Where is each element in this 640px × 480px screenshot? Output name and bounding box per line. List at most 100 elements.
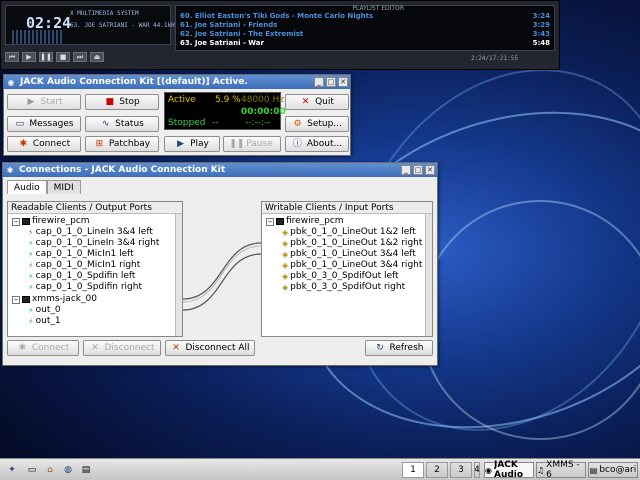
jack-app-icon: ◉ [7, 77, 15, 87]
writable-header: Writable Clients / Input Ports [262, 202, 432, 214]
port-row[interactable]: ◈ pbk_0_1_0_LineOut 1&2 left [282, 227, 416, 238]
port-row[interactable]: ⚡ cap_0_1_0_Spdifin left [28, 271, 135, 282]
task-terminal[interactable]: ▤ bco@ari [588, 462, 638, 478]
task-xmms[interactable]: ♫ XMMS - 6 [536, 460, 586, 480]
jack-titlebar[interactable]: ◉ JACK Audio Connection Kit [(default)] … [4, 75, 350, 89]
playlist-item[interactable]: 61. Joe Satriani - Friends 3:29 [180, 21, 550, 30]
tab-audio[interactable]: Audio [7, 180, 47, 194]
port-row[interactable]: ⚡ cap_0_1_0_LineIn 3&4 right [28, 238, 159, 249]
disconnect-button[interactable]: ✕ Disconnect [83, 340, 161, 356]
patchbay-button[interactable]: ⊞ Patchbay [85, 136, 159, 152]
pause-button[interactable]: ❚❚ Pause [223, 136, 281, 152]
status-button[interactable]: ∿ Status [85, 116, 159, 132]
client-row[interactable]: − firewire_pcm [266, 216, 344, 227]
scrollbar[interactable] [175, 214, 182, 336]
pause-icon[interactable]: ❚❚ [39, 52, 53, 62]
port-row[interactable]: ◈ pbk_0_3_0_SpdifOut right [282, 282, 405, 293]
output-port-icon: ⚡ [28, 272, 34, 281]
status-load: 5.9 % [215, 95, 241, 105]
playlist-item[interactable]: 62. Joe Satriani - The Extremist 3:43 [180, 30, 550, 39]
maximize-icon[interactable]: □ [413, 165, 423, 175]
port-row[interactable]: ⚡ cap_0_1_0_Spdifin right [28, 282, 142, 293]
status-display: Active 5.9 % 48000 Hz 00:00:00 Stopped -… [164, 92, 286, 130]
port-row[interactable]: ◈ pbk_0_1_0_LineOut 3&4 right [282, 260, 422, 271]
input-port-icon: ◈ [282, 250, 289, 259]
desktop-icon[interactable]: ▭ [24, 462, 40, 478]
disconnect-all-icon: ✕ [172, 342, 180, 353]
desktop-4[interactable]: 4 [474, 462, 480, 478]
connect-button[interactable]: ✱ Connect [7, 136, 81, 152]
start-button[interactable]: ▶ Start [7, 94, 81, 110]
next-icon[interactable]: ⏭ [73, 52, 87, 62]
client-row[interactable]: − firewire_pcm [12, 216, 90, 227]
terminal-task-icon: ▤ [589, 465, 598, 475]
task-jack[interactable]: ◉ JACK Audio [484, 460, 534, 480]
client-icon [22, 218, 30, 225]
play-icon: ▶ [177, 138, 185, 149]
desktop-3[interactable]: 3 [450, 462, 472, 478]
port-row[interactable]: ⚡ cap_0_1_0_LineIn 3&4 left [28, 227, 153, 238]
play-icon: ▶ [27, 96, 35, 107]
status-transport: Stopped [168, 118, 206, 128]
minimize-icon[interactable]: _ [401, 165, 411, 175]
disconnect-icon: ✕ [91, 342, 99, 353]
eject-icon[interactable]: ⏏ [90, 52, 104, 62]
port-row[interactable]: ⚡ cap_0_1_0_MicIn1 left [28, 249, 134, 260]
playlist-item-selected[interactable]: 63. Joe Satriani - War 5:48 [180, 39, 550, 48]
connection-lines [183, 213, 261, 337]
stop-icon[interactable]: ■ [56, 52, 70, 62]
close-icon[interactable]: ✕ [425, 165, 435, 175]
jack-task-icon: ◉ [485, 465, 492, 475]
maximize-icon[interactable]: □ [326, 77, 336, 87]
port-row[interactable]: ⚡ cap_0_1_0_MicIn1 right [28, 260, 140, 271]
xmms-controls: ⏮ ▶ ❚❚ ■ ⏭ ⏏ [5, 49, 171, 65]
close-icon[interactable]: ✕ [338, 77, 348, 87]
output-port-icon: ⚡ [28, 317, 34, 326]
kde-menu-icon[interactable]: ✦ [4, 462, 20, 478]
input-port-icon: ◈ [282, 239, 289, 248]
about-button[interactable]: ⓘ About... [285, 136, 349, 152]
output-port-icon: ⚡ [28, 239, 34, 248]
wallpaper-swirl [420, 200, 640, 440]
status-dash: -- [212, 118, 219, 128]
tab-midi[interactable]: MIDI [46, 180, 81, 194]
messages-button[interactable]: ▭ Messages [7, 116, 81, 132]
previous-icon[interactable]: ⏮ [5, 52, 19, 62]
info-icon: ⓘ [292, 138, 302, 149]
xmms-time: 02:24 [26, 14, 72, 32]
home-icon[interactable]: ⌂ [42, 462, 58, 478]
port-row[interactable]: ◈ pbk_0_1_0_LineOut 1&2 right [282, 238, 422, 249]
quit-icon: ✕ [301, 96, 310, 107]
xmms-task-icon: ♫ [537, 465, 545, 475]
taskbar: ✦ ▭ ⌂ ◍ ▤ 1 2 3 4 ◉ JACK Audio ♫ XMMS - 6 … [0, 458, 640, 480]
terminal-icon[interactable]: ▤ [78, 462, 94, 478]
port-row[interactable]: ◈ pbk_0_1_0_LineOut 3&4 left [282, 249, 416, 260]
disconnect-all-button[interactable]: ✕ Disconnect All [165, 340, 255, 356]
connections-titlebar[interactable]: ✱ Connections - JACK Audio Connection Ki… [3, 163, 437, 177]
setup-button[interactable]: ⚙ Setup... [285, 116, 349, 132]
browser-icon[interactable]: ◍ [60, 462, 76, 478]
port-row[interactable]: ⚡ out_1 [28, 316, 61, 327]
output-port-icon: ⚡ [28, 250, 34, 259]
desktop-1[interactable]: 1 [402, 462, 424, 478]
play-button[interactable]: ▶ Play [164, 136, 220, 152]
playlist-header: PLAYLIST EDITOR [352, 5, 404, 12]
port-row[interactable]: ⚡ out_0 [28, 305, 61, 316]
xmms-player: 02:24 X MULTIMEDIA SYSTEM 63. JOE SATRIA… [0, 0, 560, 70]
desktop-2[interactable]: 2 [426, 462, 448, 478]
stop-button[interactable]: ■ Stop [85, 94, 159, 110]
client-row[interactable]: − xmms-jack_00 [12, 294, 97, 305]
scrollbar[interactable] [425, 214, 432, 336]
output-port-icon: ⚡ [28, 228, 34, 237]
quit-button[interactable]: ✕ Quit [285, 94, 349, 110]
input-port-icon: ◈ [282, 272, 289, 281]
jack-window: ◉ JACK Audio Connection Kit [(default)] … [3, 74, 351, 156]
connect-ports-button[interactable]: ✱ Connect [7, 340, 79, 356]
messages-icon: ▭ [15, 118, 25, 129]
play-icon[interactable]: ▶ [22, 52, 36, 62]
playlist-item[interactable]: 60. Elliot Easton's Tiki Gods - Monte Ca… [180, 12, 550, 21]
minimize-icon[interactable]: _ [314, 77, 324, 87]
refresh-icon: ↻ [376, 342, 384, 353]
refresh-button[interactable]: ↻ Refresh [365, 340, 433, 356]
port-row[interactable]: ◈ pbk_0_3_0_SpdifOut left [282, 271, 399, 282]
